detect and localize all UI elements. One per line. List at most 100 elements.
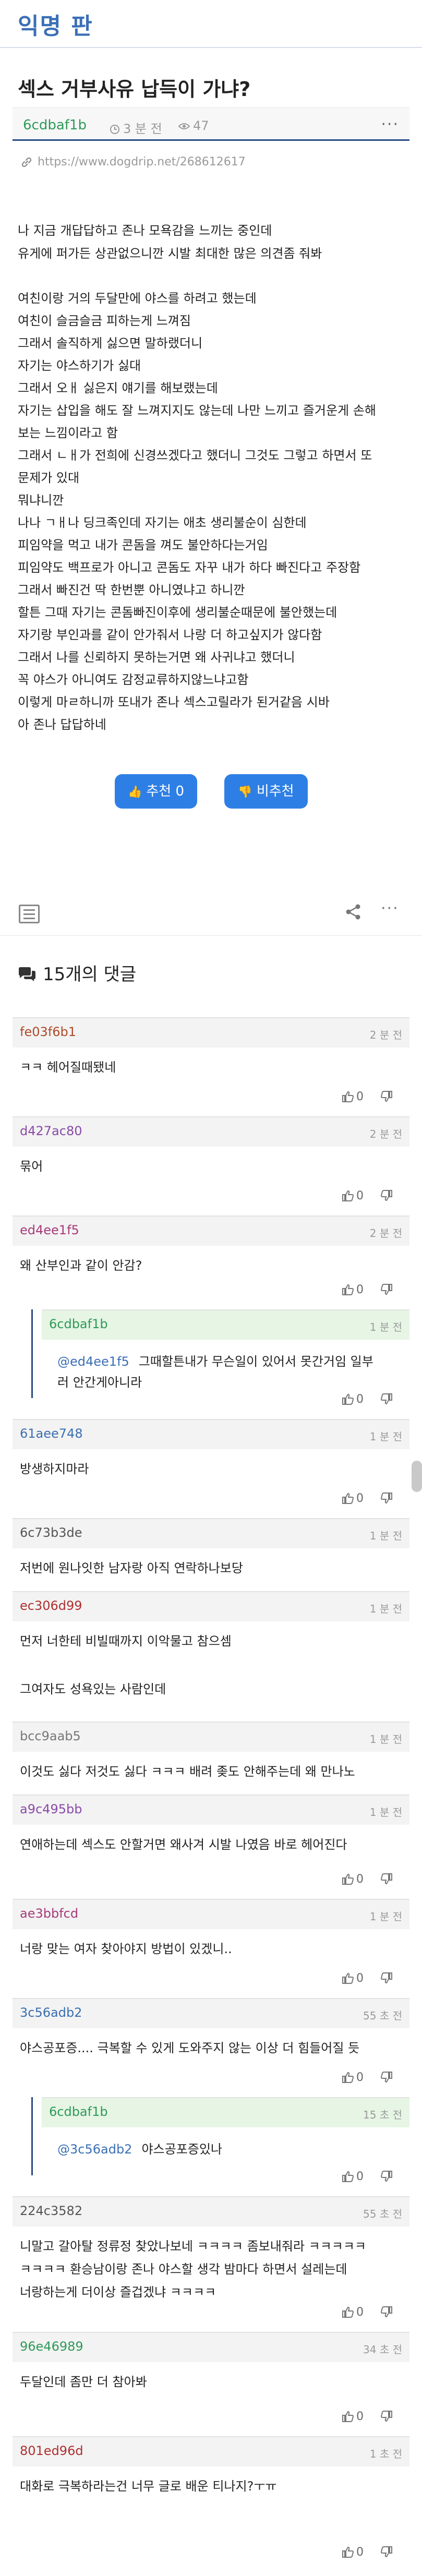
comment-like-button[interactable]: 0 bbox=[342, 2170, 364, 2185]
comment-header: 224c3582 55 초 전 bbox=[13, 2196, 409, 2226]
thumbs-down-icon bbox=[380, 1873, 393, 1888]
post-action-bar: ··· bbox=[0, 896, 422, 936]
comment-like-button[interactable]: 0 bbox=[342, 2410, 364, 2425]
post-views-count: 47 bbox=[193, 118, 209, 133]
comment-author[interactable]: d427ac80 bbox=[20, 1124, 82, 1138]
comment-like-count: 0 bbox=[356, 1189, 364, 1202]
comment-dislike-button[interactable] bbox=[380, 2306, 393, 2321]
thumbs-down-icon: 👎 bbox=[238, 786, 252, 799]
comment-text: 니말고 갈아탈 정류정 찾았나보네 ㅋㅋㅋㅋ 좀보내줘라 ㅋㅋㅋㅋㅋ bbox=[20, 2236, 366, 2254]
upvote-button[interactable]: 👍 추천 0 bbox=[115, 774, 197, 809]
comment-like-button[interactable]: 0 bbox=[342, 1873, 364, 1888]
comment-author[interactable]: bcc9aab5 bbox=[20, 1729, 81, 1743]
comment-text: ㅋㅋㅋㅋ 환승남이랑 존나 야스할 생각 밤마다 하면서 설레는데 bbox=[20, 2262, 347, 2277]
comment-time: 55 초 전 bbox=[363, 2009, 402, 2022]
comment-time: 1 분 전 bbox=[369, 1603, 402, 1615]
comment-dislike-button[interactable] bbox=[380, 1492, 393, 1507]
comment: ae3bbfcd 1 분 전 너랑 맞는 여자 찾아야지 방법이 있겠니.. 0 bbox=[13, 1899, 409, 1998]
comment: 801ed96d 1 초 전 대화로 극복하라는건 너무 글로 배운 티나지?ㅜㅠ 0 bbox=[13, 2436, 409, 2572]
thumbs-up-icon bbox=[342, 1091, 354, 1105]
comment-header: ae3bbfcd 1 분 전 bbox=[13, 1899, 409, 1929]
comment-author[interactable]: 6cdbaf1b bbox=[49, 1317, 108, 1331]
comment-author[interactable]: ec306d99 bbox=[20, 1598, 82, 1613]
board-header: 익명 판 bbox=[0, 0, 422, 48]
thumbs-up-icon bbox=[342, 1492, 354, 1507]
comment-time: 1 분 전 bbox=[369, 1806, 402, 1819]
comment-author[interactable]: fe03f6b1 bbox=[20, 1025, 76, 1039]
post-body-line: 여친이 슬금슬금 피하는게 느껴짐 bbox=[18, 314, 191, 328]
thumbs-down-icon bbox=[380, 2306, 393, 2321]
thumbs-up-icon bbox=[342, 2306, 354, 2321]
comment-like-button[interactable]: 0 bbox=[342, 1972, 364, 1987]
more-options-icon[interactable]: ··· bbox=[381, 899, 399, 918]
comment-dislike-button[interactable] bbox=[380, 1972, 393, 1987]
comment-like-button[interactable]: 0 bbox=[342, 1393, 364, 1408]
comment-dislike-button[interactable] bbox=[380, 2071, 393, 2086]
scrollbar-thumb[interactable] bbox=[412, 1461, 422, 1492]
comment-text: 대화로 극복하라는건 너무 글로 배운 티나지?ㅜㅠ bbox=[20, 2476, 276, 2494]
comment-author[interactable]: 6cdbaf1b bbox=[49, 2104, 108, 2119]
comment-author[interactable]: 3c56adb2 bbox=[20, 2005, 82, 2020]
comment-mention[interactable]: @ed4ee1f5 bbox=[57, 1354, 129, 1369]
comment-dislike-button[interactable] bbox=[380, 1393, 393, 1408]
comment-like-count: 0 bbox=[356, 1393, 364, 1406]
downvote-button[interactable]: 👎 비추천 bbox=[224, 774, 308, 809]
post-url-text[interactable]: https://www.dogdrip.net/268612617 bbox=[38, 155, 246, 168]
comment-vote-bar: 0 bbox=[342, 2410, 404, 2431]
comment-text-content: 야스공포증.... 극복할 수 있게 도와주지 않는 이상 더 힘들어질 듯 bbox=[20, 2041, 360, 2055]
comment-author[interactable]: ed4ee1f5 bbox=[20, 1223, 79, 1237]
comment-like-button[interactable]: 0 bbox=[342, 2306, 364, 2321]
comment-like-button[interactable]: 0 bbox=[342, 2071, 364, 2086]
comment-author[interactable]: 801ed96d bbox=[20, 2443, 83, 2458]
comment-bubble-icon bbox=[19, 967, 35, 981]
eye-icon bbox=[178, 123, 190, 129]
comment-dislike-button[interactable] bbox=[380, 1189, 393, 1205]
thumbs-up-icon bbox=[342, 1190, 354, 1205]
comment-vote-bar: 0 bbox=[342, 2546, 404, 2567]
comment-author[interactable]: 61aee748 bbox=[20, 1426, 83, 1441]
comment-like-button[interactable]: 0 bbox=[342, 1189, 364, 1205]
comment-time: 2 분 전 bbox=[369, 1128, 402, 1140]
comment-dislike-button[interactable] bbox=[380, 2410, 393, 2425]
post-body-line: 뭐냐니깐 bbox=[18, 493, 64, 508]
comment-text: 묶어 bbox=[20, 1156, 43, 1174]
comment-author[interactable]: 224c3582 bbox=[20, 2204, 82, 2218]
comment-author[interactable]: 6c73b3de bbox=[20, 1525, 82, 1540]
comment-header: 6cdbaf1b 1 분 전 bbox=[42, 1309, 409, 1340]
board-title[interactable]: 익명 판 bbox=[18, 7, 93, 41]
post-body-line: 피임약도 백프로가 아니고 콘돔도 자꾸 내가 하다 빠진다고 주장함 bbox=[18, 560, 361, 575]
post-author[interactable]: 6cdbaf1b bbox=[23, 117, 87, 133]
comment-mention[interactable]: @3c56adb2 bbox=[57, 2142, 132, 2157]
comment-author[interactable]: ae3bbfcd bbox=[20, 1906, 78, 1921]
comment-like-button[interactable]: 0 bbox=[342, 1283, 364, 1298]
comment-dislike-button[interactable] bbox=[380, 1873, 393, 1888]
comment-dislike-button[interactable] bbox=[380, 1283, 393, 1298]
comment-vote-bar: 0 bbox=[342, 2071, 404, 2092]
upvote-label: 추천 0 bbox=[146, 784, 185, 799]
comment-vote-bar: 0 bbox=[342, 1393, 404, 1414]
comment-like-count: 0 bbox=[356, 2410, 364, 2423]
comments-header: 15개의 댓글 bbox=[18, 960, 136, 985]
comment-like-button[interactable]: 0 bbox=[342, 1090, 364, 1105]
thumbs-down-icon bbox=[380, 1284, 393, 1298]
comment-author[interactable]: a9c495bb bbox=[20, 1802, 82, 1816]
comment-text: 러 안간게아니라 bbox=[57, 1375, 142, 1390]
comment-like-button[interactable]: 0 bbox=[342, 2546, 364, 2561]
comment-author[interactable]: 96e46989 bbox=[20, 2339, 83, 2354]
post-url[interactable]: https://www.dogdrip.net/268612617 bbox=[21, 155, 246, 168]
post-body-line: 그래서 빠진건 딱 한번뿐 아니였냐고 하니깐 bbox=[18, 583, 245, 597]
comment-text: 이것도 싫다 저것도 싫다 ㅋㅋㅋ 배려 좆도 안해주는데 왜 만나노 bbox=[20, 1761, 355, 1779]
comment-dislike-button[interactable] bbox=[380, 1090, 393, 1105]
comment-header: ed4ee1f5 2 분 전 bbox=[13, 1215, 409, 1246]
comment-dislike-button[interactable] bbox=[380, 2170, 393, 2185]
comment-dislike-button[interactable] bbox=[380, 2546, 393, 2561]
comment-like-button[interactable]: 0 bbox=[342, 1492, 364, 1507]
comment-time: 2 분 전 bbox=[369, 1029, 402, 1041]
comment-vote-bar: 0 bbox=[342, 1492, 404, 1513]
share-icon[interactable] bbox=[344, 902, 363, 921]
list-icon[interactable] bbox=[19, 905, 40, 923]
comment: a9c495bb 1 분 전 연애하는데 섹스도 안할거면 왜사겨 시발 나였음 바… bbox=[13, 1795, 409, 1899]
comment-like-count: 0 bbox=[356, 1090, 364, 1103]
more-options-icon[interactable]: ··· bbox=[381, 115, 399, 134]
post-body-line: 문제가 있대 bbox=[18, 471, 80, 485]
